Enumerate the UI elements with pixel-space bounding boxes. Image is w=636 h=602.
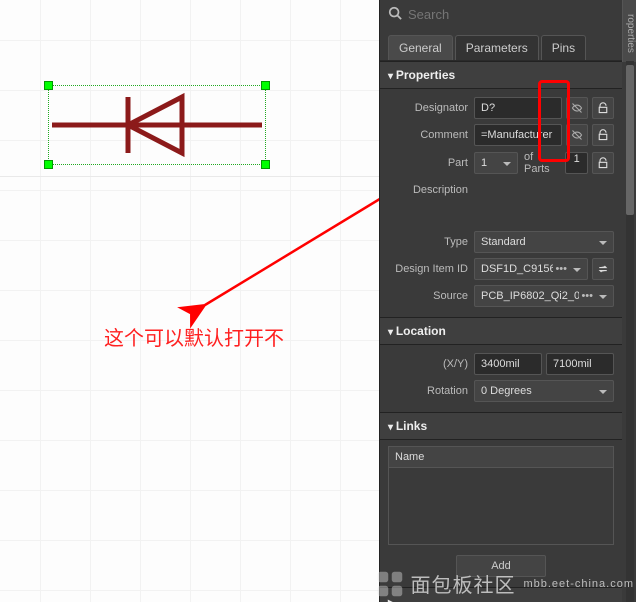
- comment-input[interactable]: [474, 124, 562, 146]
- annotation-text: 这个可以默认打开不: [104, 322, 284, 351]
- resize-handle-tr[interactable]: [261, 81, 270, 90]
- rotation-label: Rotation: [388, 385, 474, 397]
- rotation-select[interactable]: 0 Degrees: [474, 380, 614, 402]
- section-location-header[interactable]: Location: [380, 317, 622, 345]
- part-label: Part: [388, 157, 474, 169]
- scrollbar-thumb[interactable]: [626, 65, 634, 215]
- description-area[interactable]: [474, 180, 614, 226]
- part-lock-toggle[interactable]: [592, 152, 614, 174]
- selection-box[interactable]: [48, 85, 266, 165]
- scrollbar[interactable]: [626, 61, 634, 602]
- search-input[interactable]: [408, 7, 628, 22]
- of-parts-value: 1: [565, 152, 588, 174]
- x-input[interactable]: [474, 353, 542, 375]
- of-parts-label: of Parts: [522, 151, 561, 175]
- source-field[interactable]: PCB_IP6802_Qi2_0.S•••: [474, 285, 614, 307]
- section-properties-header[interactable]: Properties: [380, 61, 622, 89]
- section-collapsed[interactable]: [380, 587, 622, 602]
- links-table[interactable]: Name: [388, 446, 614, 545]
- comment-label: Comment: [388, 129, 474, 141]
- properties-panel: roperties General Parameters Pins Proper…: [379, 0, 636, 602]
- design-item-swap-button[interactable]: [592, 258, 614, 280]
- designator-lock-toggle[interactable]: [592, 97, 614, 119]
- tab-pins[interactable]: Pins: [541, 35, 586, 60]
- links-col-name[interactable]: Name: [389, 447, 613, 468]
- search-icon: [388, 6, 402, 23]
- tab-general[interactable]: General: [388, 35, 453, 60]
- resize-handle-tl[interactable]: [44, 81, 53, 90]
- xy-label: (X/Y): [388, 358, 474, 370]
- resize-handle-bl[interactable]: [44, 160, 53, 169]
- designator-label: Designator: [388, 102, 474, 114]
- add-button[interactable]: Add: [456, 555, 546, 577]
- schematic-canvas[interactable]: 这个可以默认打开不: [0, 0, 379, 602]
- tab-bar: General Parameters Pins: [380, 29, 636, 61]
- comment-lock-toggle[interactable]: [592, 124, 614, 146]
- design-item-id-field[interactable]: DSF1D_C915614•••: [474, 258, 588, 280]
- tab-parameters[interactable]: Parameters: [455, 35, 539, 60]
- designator-visibility-toggle[interactable]: [566, 97, 588, 119]
- type-select[interactable]: Standard: [474, 231, 614, 253]
- links-body[interactable]: [389, 468, 613, 544]
- section-links-header[interactable]: Links: [380, 412, 622, 440]
- part-select[interactable]: 1: [474, 152, 518, 174]
- description-label: Description: [388, 180, 474, 196]
- properties-side-tab[interactable]: roperties: [622, 0, 636, 62]
- designator-input[interactable]: [474, 97, 562, 119]
- y-input[interactable]: [546, 353, 614, 375]
- type-label: Type: [388, 236, 474, 248]
- resize-handle-br[interactable]: [261, 160, 270, 169]
- comment-visibility-toggle[interactable]: [566, 124, 588, 146]
- design-item-id-label: Design Item ID: [388, 263, 474, 275]
- source-label: Source: [388, 290, 474, 302]
